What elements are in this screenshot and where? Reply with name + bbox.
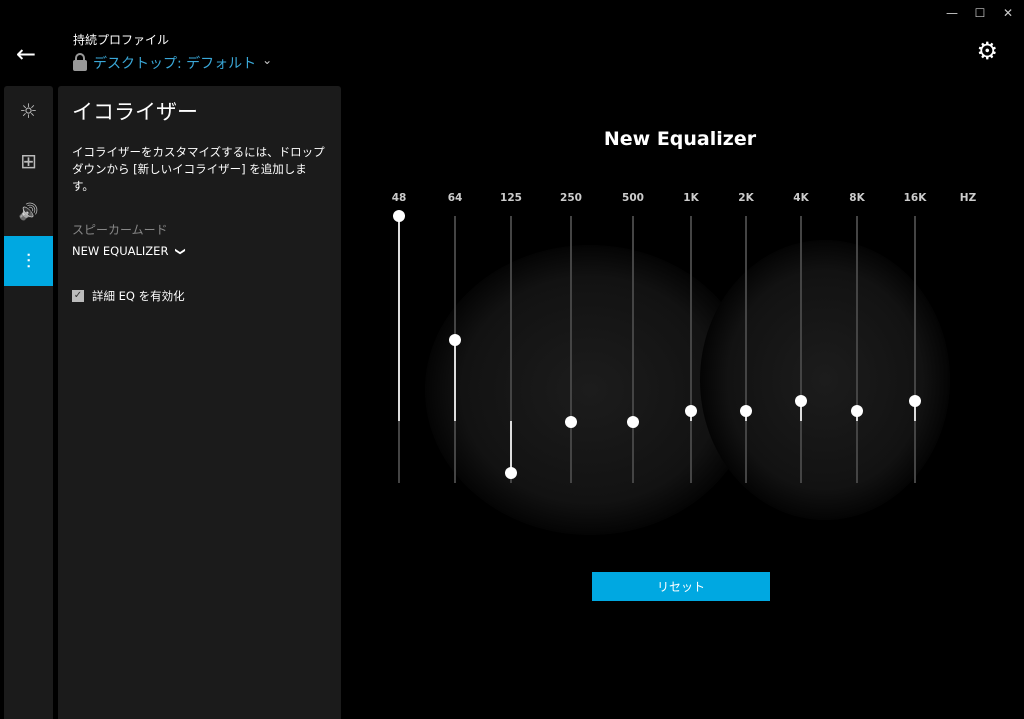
- slider-track[interactable]: [570, 216, 572, 483]
- slider-track[interactable]: [800, 216, 802, 483]
- slider-knob[interactable]: [393, 210, 405, 222]
- reset-button[interactable]: リセット: [592, 572, 770, 601]
- band-label: 125: [500, 192, 522, 204]
- band-label: 2K: [738, 192, 754, 204]
- slider-track[interactable]: [914, 216, 916, 483]
- slider-fill: [454, 339, 456, 421]
- band-label: 48: [391, 192, 407, 204]
- slider-knob[interactable]: [685, 404, 697, 417]
- slider-knob[interactable]: [795, 395, 807, 408]
- equalizer: 48 64 125 250 500 1K 2K 4K 8K 16K HZ: [0, 0, 1024, 719]
- slider-fill: [398, 216, 400, 421]
- slider-track[interactable]: [856, 216, 858, 483]
- band-label: 8K: [849, 192, 865, 204]
- slider-track[interactable]: [632, 216, 634, 483]
- slider-knob[interactable]: [449, 333, 461, 346]
- slider-track[interactable]: [690, 216, 692, 483]
- slider-knob[interactable]: [627, 416, 639, 429]
- slider-knob[interactable]: [909, 395, 921, 408]
- slider-fill: [510, 421, 512, 474]
- band-label: 64: [447, 192, 463, 204]
- slider-track[interactable]: [745, 216, 747, 483]
- slider-knob[interactable]: [740, 404, 752, 417]
- band-label: 4K: [793, 192, 809, 204]
- band-label: 500: [622, 192, 644, 204]
- unit-label: HZ: [959, 192, 977, 204]
- slider-knob[interactable]: [505, 467, 517, 480]
- slider-knob[interactable]: [565, 416, 577, 429]
- band-label: 16K: [903, 192, 927, 204]
- slider-knob[interactable]: [851, 404, 863, 417]
- band-label: 1K: [683, 192, 699, 204]
- band-label: 250: [560, 192, 582, 204]
